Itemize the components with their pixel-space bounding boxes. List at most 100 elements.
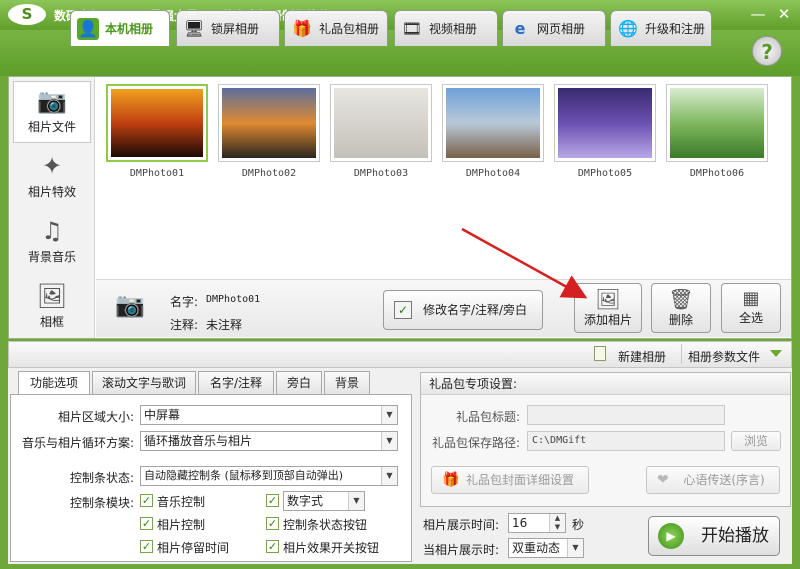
effects-icon: ✦: [41, 152, 63, 180]
control-bar-state-button-label: 控制条状态按钮: [283, 518, 368, 532]
select-all-button[interactable]: ▦ 全选: [721, 283, 781, 333]
toolbar-divider: [681, 344, 682, 364]
music-note-icon: ♫: [41, 217, 63, 245]
tab-gift-album[interactable]: 🎁 礼品包相册: [284, 10, 388, 46]
show-time-value: 16: [512, 516, 528, 530]
sidebar-item-bg-music[interactable]: ♫ 背景音乐: [13, 212, 91, 274]
photo-thumbnail[interactable]: [666, 84, 768, 162]
add-photo-icon: 🖼: [595, 287, 621, 311]
control-bar-state-button-checkbox[interactable]: ✓: [266, 517, 279, 530]
photo-image: [222, 88, 316, 158]
music-control-label: 音乐控制: [157, 495, 206, 509]
loop-scheme-select[interactable]: 循环播放音乐与相片 ▼: [140, 431, 398, 451]
tab-narration[interactable]: 旁白: [276, 371, 322, 395]
digital-checkbox[interactable]: ✓: [266, 494, 279, 507]
delete-button[interactable]: 🗑 删除: [651, 283, 711, 333]
digital-style-select[interactable]: 数字式 ▼: [283, 491, 365, 511]
sidebar-item-frame[interactable]: 🖼 相框: [13, 277, 91, 339]
when-showing-select[interactable]: 双重动态 ▼: [508, 538, 584, 558]
gift-settings-header: 礼品包专项设置:: [421, 373, 790, 395]
help-button[interactable]: ?: [752, 36, 782, 66]
edit-name-note-button[interactable]: ✓ 修改名字/注释/旁白: [383, 290, 543, 330]
tab-label: 锁屏相册: [211, 22, 260, 36]
browse-button[interactable]: 浏览: [731, 431, 781, 451]
tab-web-album[interactable]: e 网页相册: [502, 10, 606, 46]
area-size-select[interactable]: 中屏幕 ▼: [140, 405, 398, 425]
photo-control-checkbox[interactable]: ✓: [140, 517, 153, 530]
gift-path-label: 礼品包保存路径:: [431, 436, 520, 450]
select-all-label: 全选: [738, 311, 763, 325]
photo-name-label: DMPhoto01: [129, 168, 185, 179]
edit-check-icon: ✓: [394, 301, 412, 319]
music-control-checkbox[interactable]: ✓: [140, 494, 153, 507]
area-size-label: 相片区域大小:: [57, 410, 134, 424]
minimize-button[interactable]: —: [748, 5, 768, 23]
album-params-menu[interactable]: 相册参数文件: [688, 348, 760, 365]
tab-video-album[interactable]: 🎞 视频相册: [394, 10, 498, 46]
seconds-unit: 秒: [572, 518, 585, 532]
when-showing-value: 双重动态: [512, 541, 561, 555]
heart-message-button[interactable]: ❤ 心语传送(序言): [646, 466, 780, 494]
add-photo-button[interactable]: 🖼 添加相片: [574, 283, 642, 333]
photo-thumbnail[interactable]: [554, 84, 656, 162]
delete-label: 删除: [668, 313, 693, 327]
monitor-icon: 🖥: [183, 19, 205, 38]
photo-stay-time-checkbox[interactable]: ✓: [140, 540, 153, 553]
sidebar-item-photo-files[interactable]: 📷 相片文件: [13, 81, 91, 143]
sidebar: 📷 相片文件 ✦ 相片特效 ♫ 背景音乐 🖼 相框: [9, 77, 95, 338]
name-label: 名字:: [170, 295, 199, 309]
photo-image: [446, 88, 540, 158]
tab-label: 网页相册: [537, 22, 586, 36]
chevron-down-icon: ▼: [348, 492, 364, 510]
show-time-spinner[interactable]: 16 ▲ ▼: [508, 513, 566, 533]
chevron-down-icon: ▼: [381, 432, 397, 450]
gift-cover-settings-button[interactable]: 🎁 礼品包封面详细设置: [431, 466, 589, 494]
effect-toggle-button-checkbox[interactable]: ✓: [266, 540, 279, 553]
heart-message-label: 心语传送(序言): [683, 473, 765, 487]
document-icon: [594, 346, 606, 361]
note-value: 未注释: [206, 318, 243, 332]
photo-stay-time-label: 相片停留时间: [157, 541, 230, 555]
photo-thumbnail[interactable]: [106, 84, 208, 162]
gift-title-input[interactable]: [527, 405, 725, 425]
sidebar-item-photo-effects[interactable]: ✦ 相片特效: [13, 147, 91, 209]
photo-thumbnail[interactable]: [218, 84, 320, 162]
sidebar-item-label: 相片文件: [27, 120, 76, 134]
photo-image: [111, 89, 203, 157]
tab-background[interactable]: 背景: [324, 371, 370, 395]
photo-thumbnail[interactable]: [330, 84, 432, 162]
photo-name-label: DMPhoto03: [353, 168, 409, 179]
album-toolbar: [8, 341, 792, 368]
tab-label: 本机相册: [105, 22, 154, 36]
loop-scheme-label: 音乐与相片循环方案:: [21, 436, 134, 450]
trash-icon: 🗑: [668, 287, 694, 311]
chevron-down-icon: ▼: [381, 406, 397, 424]
photo-thumbnail[interactable]: [442, 84, 544, 162]
area-size-value: 中屏幕: [144, 408, 181, 422]
photo-image: [334, 88, 428, 158]
gift-path-input[interactable]: C:\DMGift: [527, 431, 725, 451]
sidebar-item-label: 相框: [39, 315, 64, 329]
tab-local-album[interactable]: 👤 本机相册: [70, 10, 170, 46]
tab-function-options[interactable]: 功能选项: [18, 371, 90, 396]
photo-name-label: DMPhoto02: [241, 168, 297, 179]
chevron-down-icon[interactable]: [770, 350, 782, 357]
tab-upgrade-register[interactable]: 🌐 升级和注册: [610, 10, 712, 46]
control-bar-state-select[interactable]: 自动隐藏控制条 (鼠标移到顶部自动弹出) ▼: [140, 466, 398, 486]
add-photo-label: 添加相片: [583, 313, 632, 327]
tab-lockscreen-album[interactable]: 🖥 锁屏相册: [176, 10, 280, 46]
photo-control-label: 相片控制: [157, 518, 206, 532]
tab-name-note[interactable]: 名字/注释: [198, 371, 274, 395]
photo-image: [670, 88, 764, 158]
camera-icon: 📷: [37, 87, 67, 115]
photo-name-label: DMPhoto06: [689, 168, 745, 179]
name-value: DMPhoto01: [206, 294, 261, 305]
app-logo-icon: S: [8, 4, 46, 25]
close-button[interactable]: ✕: [774, 5, 794, 23]
gift-icon: 🎁: [292, 19, 312, 38]
gift-cover-label: 礼品包封面详细设置: [465, 473, 574, 487]
grid-icon: ▦: [742, 288, 760, 309]
tab-scroll-text-lyrics[interactable]: 滚动文字与歌词: [92, 371, 196, 395]
when-showing-label: 当相片展示时:: [423, 543, 500, 557]
new-album-link[interactable]: 新建相册: [618, 348, 666, 365]
